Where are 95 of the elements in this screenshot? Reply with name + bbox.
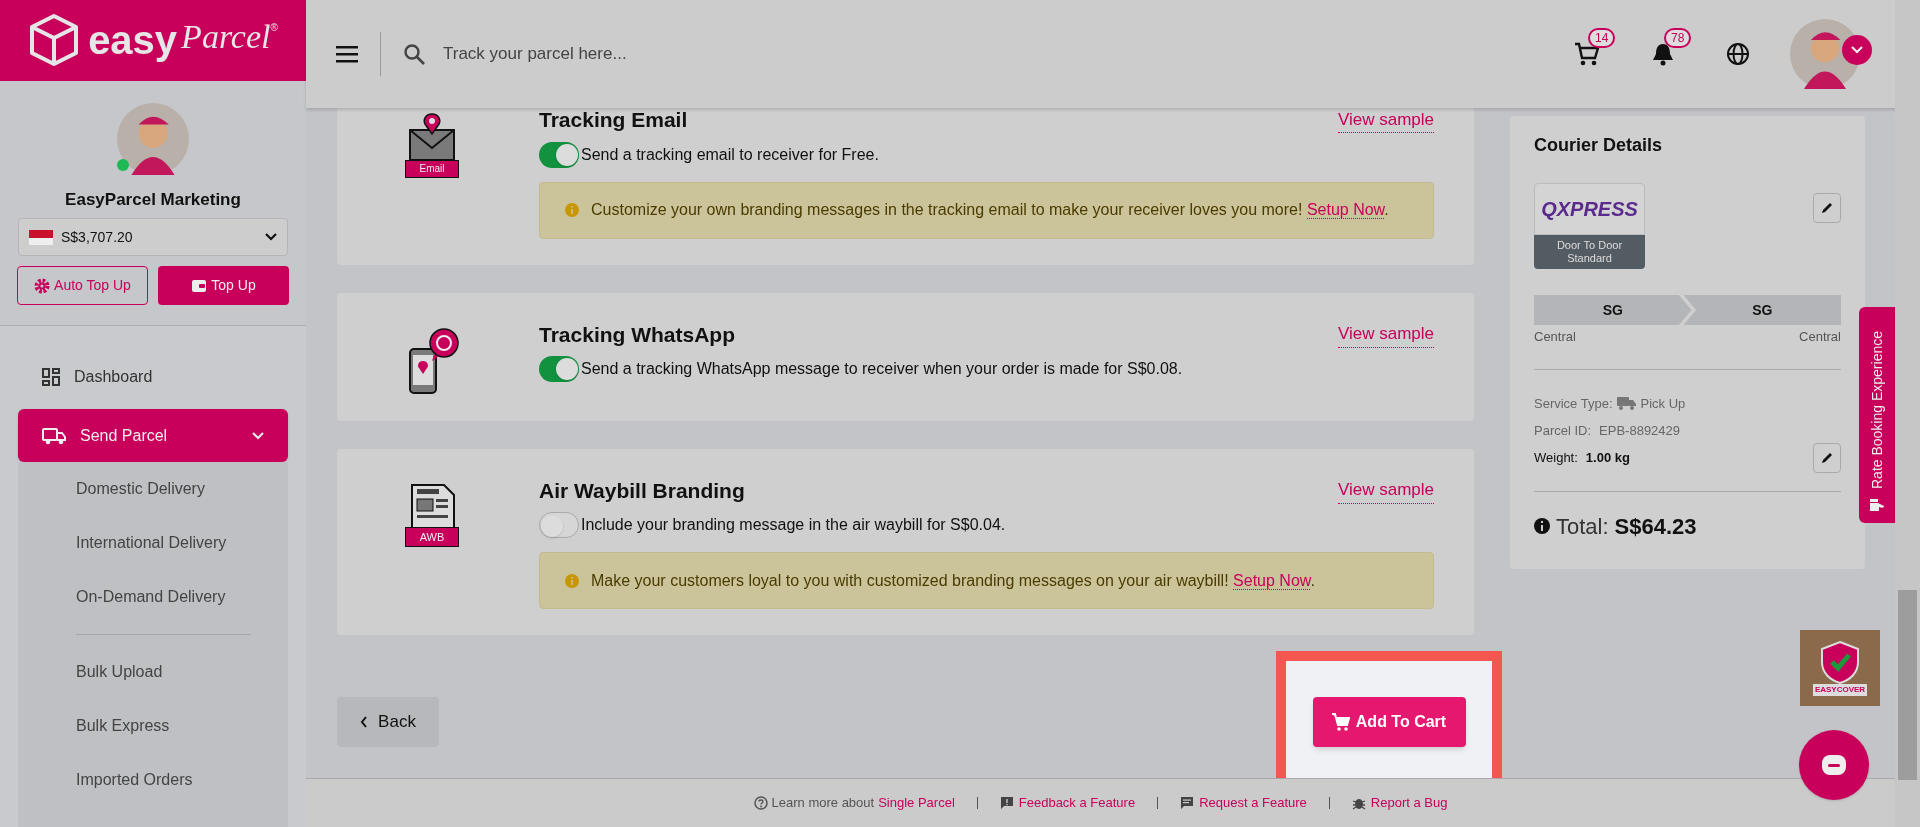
edit-button[interactable]: [1813, 193, 1841, 223]
nav-item[interactable]: Send Parcel: [18, 409, 288, 462]
field-label: Weight:: [1534, 448, 1578, 467]
chat-button[interactable]: [1799, 730, 1869, 800]
notification-button[interactable]: 78: [1650, 28, 1702, 68]
menu-icon[interactable]: [336, 45, 358, 63]
footer-link[interactable]: Feedback a Feature: [1018, 793, 1136, 813]
pencil-icon: [1821, 451, 1833, 464]
add-on-description: Send a tracking email to receiver for Free.: [581, 144, 879, 165]
globe-icon[interactable]: [1726, 42, 1750, 66]
truck-icon: [1616, 396, 1637, 411]
thumbs-up-icon: [1869, 498, 1885, 512]
profile-menu-button[interactable]: [1842, 35, 1872, 65]
footer-link[interactable]: Request a Feature: [1199, 793, 1307, 813]
notification-icon: [1650, 41, 1676, 67]
submenu-item[interactable]: Bulk Upload: [76, 645, 230, 699]
cart-button[interactable]: 14: [1574, 28, 1626, 68]
submenu-item[interactable]: Domestic Delivery: [76, 462, 230, 516]
submenu-item[interactable]: Imported Orders: [76, 753, 230, 807]
shield-check-icon: [1820, 640, 1860, 684]
add-on-description: Include your branding message in the air waybill for S$0.04.: [581, 515, 1006, 535]
logo-text: Parcel: [181, 20, 271, 55]
toggle-switch[interactable]: [539, 356, 579, 382]
chevron-left-icon: [360, 716, 369, 728]
origin-area: Central: [1534, 327, 1576, 347]
truck-icon: [42, 426, 66, 445]
info-icon: [565, 573, 579, 588]
add-on-title: Tracking WhatsApp: [539, 321, 736, 348]
field-value: EPB-8892429: [1599, 422, 1681, 440]
field-value: Pick Up: [1640, 394, 1686, 413]
wallet-icon: [191, 278, 208, 293]
cart-icon: [1574, 41, 1600, 67]
submenu-item[interactable]: On-Demand Delivery: [76, 570, 230, 624]
pencil-icon: [1821, 202, 1833, 214]
count-badge: 78: [1664, 28, 1692, 48]
edit-button[interactable]: [1813, 442, 1841, 473]
info-icon: [1534, 518, 1550, 534]
view-sample-link[interactable]: View sample: [1337, 477, 1434, 504]
feedback-icon: [999, 796, 1014, 810]
logo-text: easy: [88, 20, 178, 61]
toggle-switch[interactable]: [539, 141, 579, 168]
total-amount: S$64.23: [1614, 512, 1697, 541]
auto-top-up-button[interactable]: Auto Top Up: [17, 266, 148, 305]
cart-icon: [1331, 713, 1350, 731]
search-icon: [403, 43, 425, 65]
destination-country: SG: [1683, 295, 1841, 325]
add-to-cart-button[interactable]: Add To Cart: [1312, 697, 1466, 747]
chevron-down-icon: [1851, 46, 1863, 54]
footer-link[interactable]: Report a Bug: [1370, 793, 1448, 813]
submenu-item[interactable]: Bulk Express: [76, 699, 230, 753]
back-button[interactable]: Back: [337, 697, 439, 747]
box-logo-icon: [28, 12, 81, 69]
icon-label: AWB: [405, 526, 459, 547]
submenu-item[interactable]: International Delivery: [76, 516, 230, 570]
chevron-down-icon: [265, 233, 277, 241]
courier-logo: QXPRESS: [1534, 183, 1645, 235]
top-up-button[interactable]: Top Up: [158, 266, 289, 305]
setup-now-link[interactable]: Setup Now: [1306, 201, 1385, 219]
toggle-switch[interactable]: [539, 512, 579, 538]
user-avatar[interactable]: [1790, 19, 1860, 89]
total-label: Total:: [1556, 512, 1609, 541]
nav-item[interactable]: Dashboard: [18, 350, 288, 403]
add-on-description: Send a tracking WhatsApp message to receiver when your order is made for S$0.08.: [581, 359, 1183, 379]
notice-text: Customize your own branding messages in the tracking email to make your receiver loves you more! Setup Now.: [591, 200, 1389, 221]
badge-label: EASYCOVER: [1812, 684, 1868, 696]
view-sample-link[interactable]: View sample: [1337, 108, 1434, 133]
info-icon: [565, 203, 579, 217]
origin-country: SG: [1534, 295, 1692, 325]
icon-label: Email: [405, 160, 459, 178]
notice-text: Make your customers loyal to you with customized branding messages on your air waybill! Setup Now.: [591, 570, 1315, 592]
add-on-title: Tracking Email: [539, 108, 688, 133]
message-icon: [1180, 796, 1195, 810]
dashboard-icon: [42, 367, 60, 386]
gear-icon: [34, 277, 51, 294]
setup-now-link[interactable]: Setup Now: [1233, 571, 1311, 590]
destination-area: Central: [1799, 327, 1841, 347]
count-badge: 14: [1588, 28, 1616, 48]
search-field[interactable]: Track your parcel here...: [443, 41, 943, 67]
singapore-flag-icon: [29, 229, 53, 245]
view-sample-link[interactable]: View sample: [1337, 321, 1434, 348]
help-icon: [753, 796, 768, 810]
field-value: 1.00 kg: [1585, 448, 1630, 467]
bug-icon: [1351, 796, 1366, 810]
service-badge: Door To Door Standard: [1534, 235, 1645, 269]
chat-icon: [1821, 754, 1847, 776]
field-label: Service Type:: [1534, 394, 1613, 413]
footer-text: Learn more about: [771, 794, 875, 813]
footer-link[interactable]: Single Parcel: [878, 793, 955, 813]
field-label: Parcel ID:: [1534, 422, 1592, 440]
registered-mark: ®: [270, 21, 278, 34]
add-on-title: Air Waybill Branding: [539, 477, 745, 504]
account-name: EasyParcel Marketing: [65, 188, 241, 211]
balance-dropdown[interactable]: S$3,707.20: [18, 218, 288, 256]
panel-title: Courier Details: [1534, 134, 1664, 157]
rate-booking-tab[interactable]: Rate Booking Experience: [1859, 307, 1895, 523]
